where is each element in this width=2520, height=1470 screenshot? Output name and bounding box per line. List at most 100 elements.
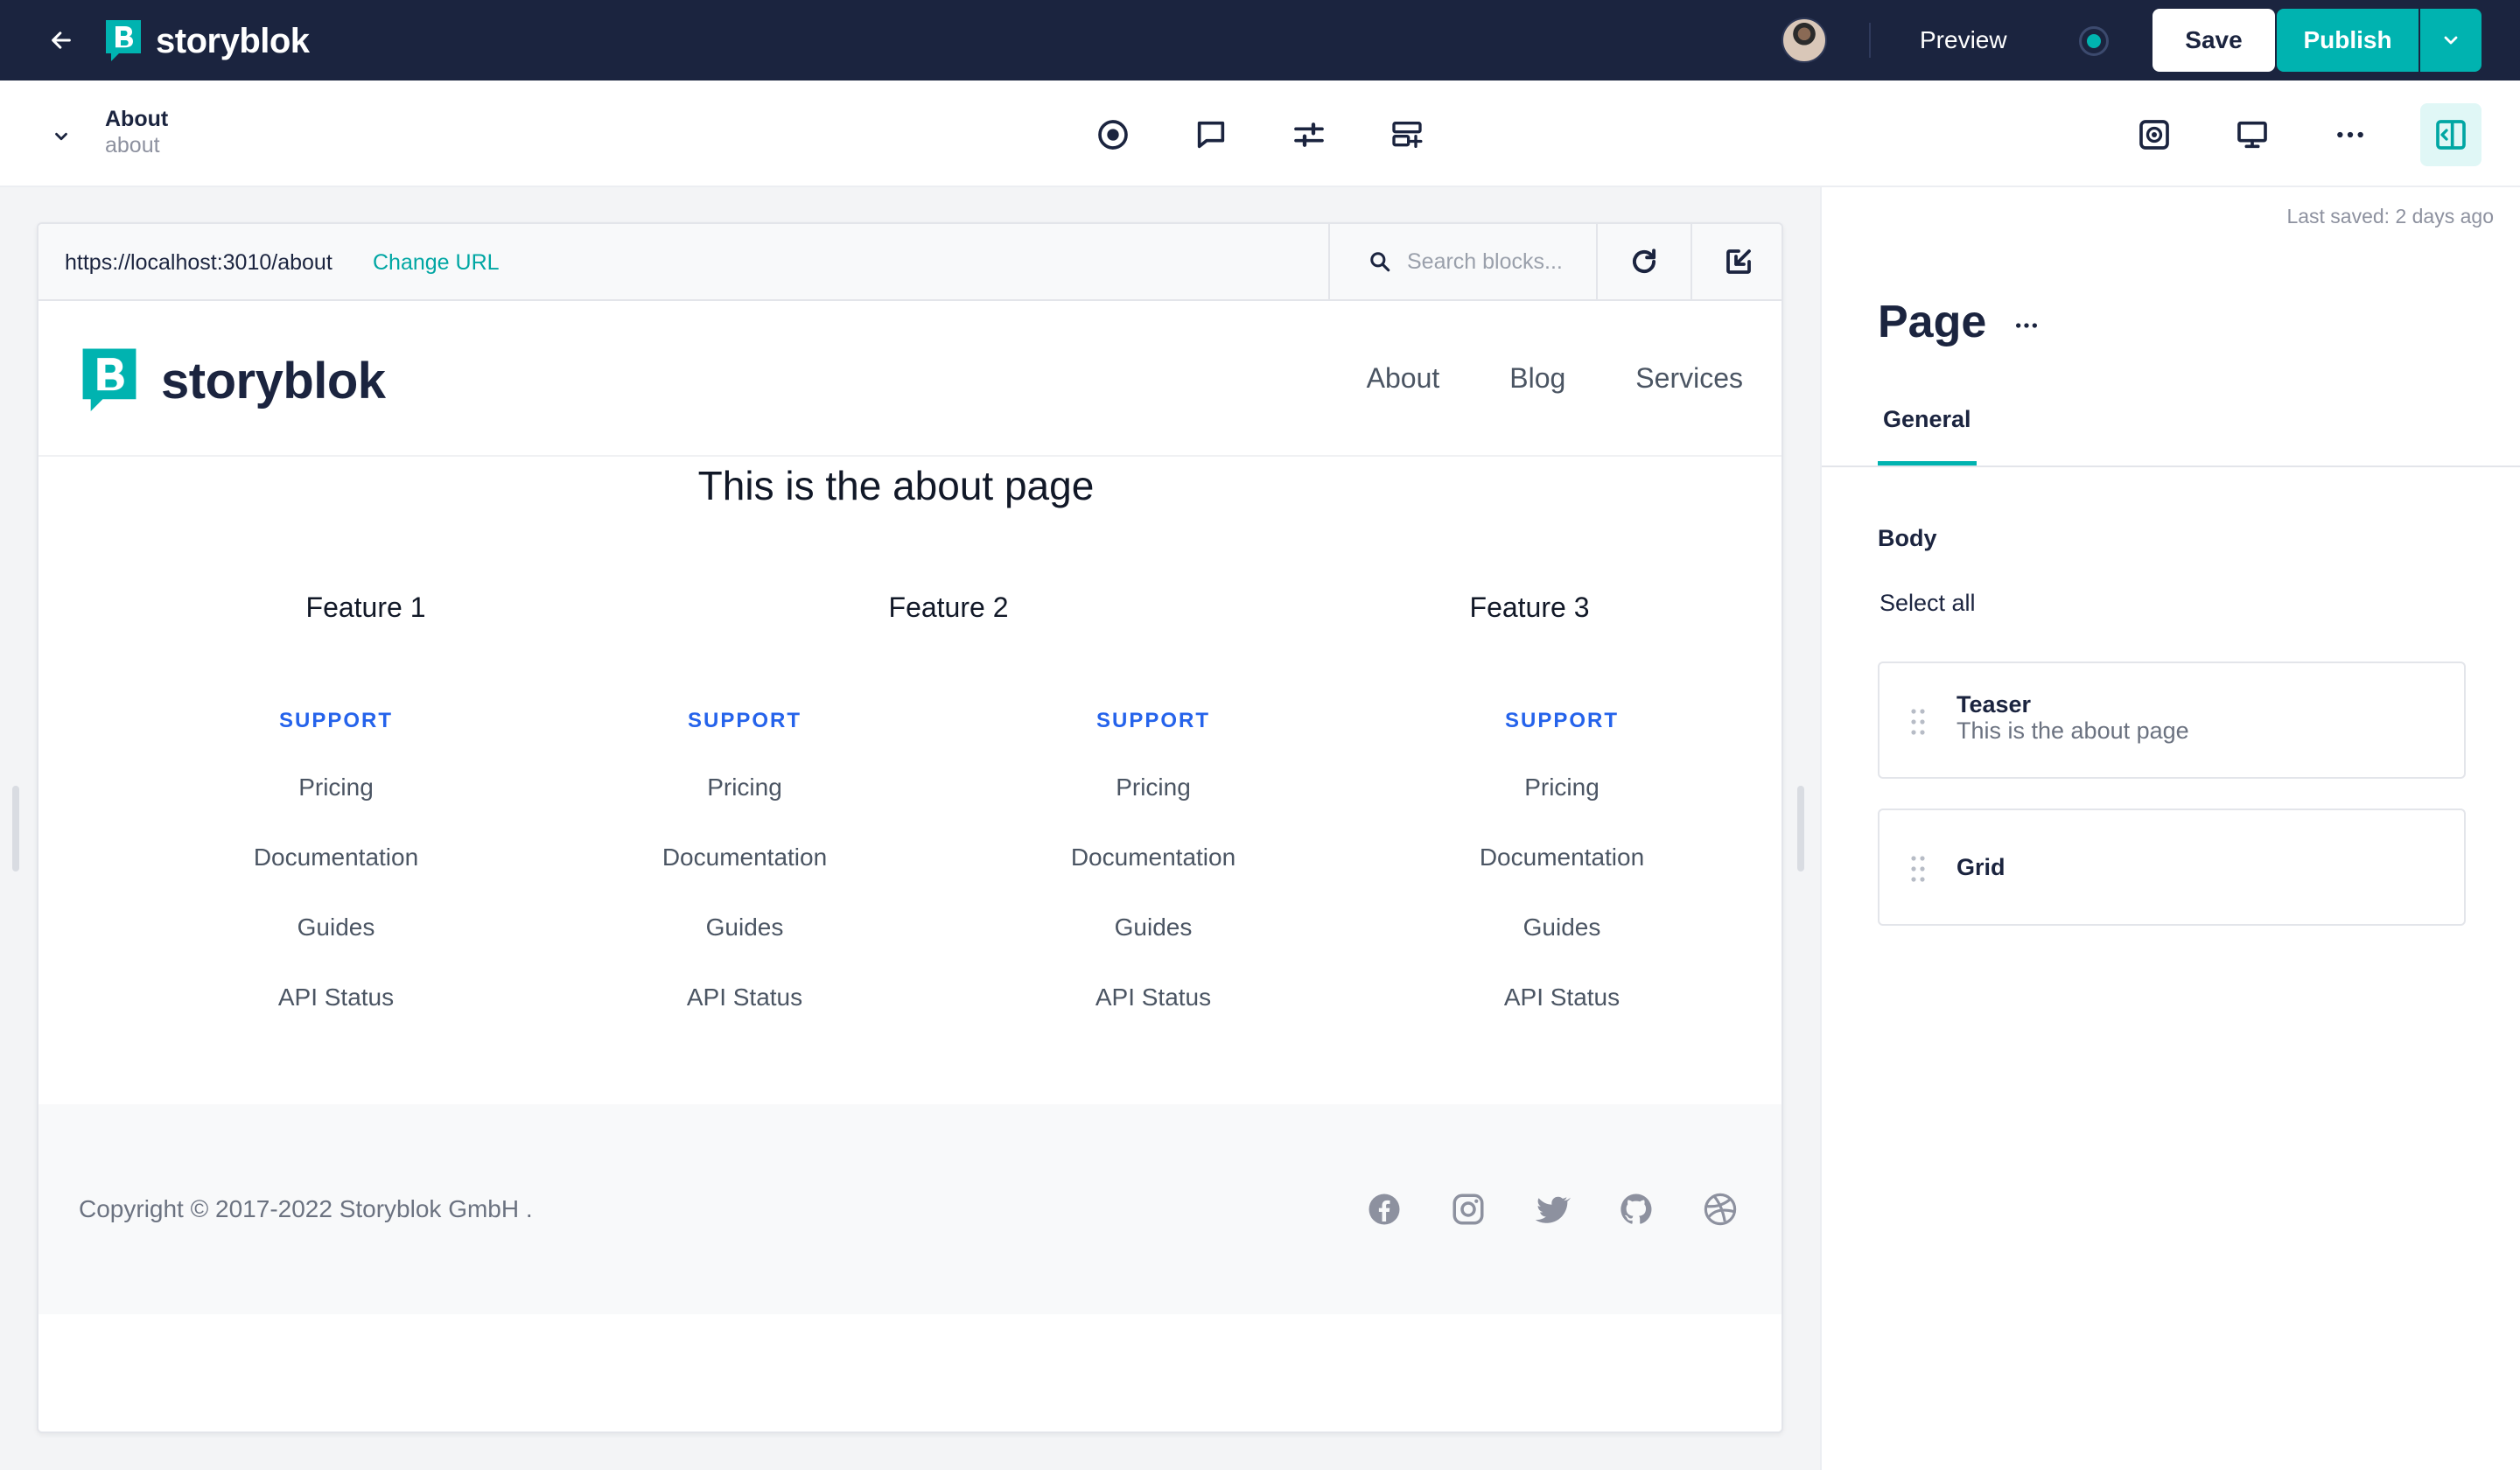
- block-name: Grid: [1956, 854, 2006, 880]
- column-link[interactable]: API Status: [970, 984, 1337, 1018]
- site-logo-text: storyblok: [161, 352, 386, 410]
- column-link[interactable]: API Status: [152, 984, 520, 1018]
- preview-button[interactable]: Preview: [1920, 26, 2007, 54]
- column-link[interactable]: Guides: [561, 914, 928, 948]
- target-icon: [1098, 120, 1128, 150]
- column-link[interactable]: Pricing: [152, 774, 520, 808]
- column-heading: SUPPORT: [687, 709, 802, 732]
- properties-panel: Last saved: 2 days ago Page General Body…: [1820, 187, 2520, 1470]
- more-options-button[interactable]: [2324, 108, 2376, 161]
- site-nav: About Blog Services: [1367, 362, 1743, 395]
- select-all-button[interactable]: Select all: [1880, 590, 1976, 617]
- block-item-grid[interactable]: Grid: [1878, 808, 2466, 926]
- target-button[interactable]: [1087, 108, 1139, 161]
- last-saved-text: Last saved: 2 days ago: [2286, 205, 2494, 228]
- top-bar: storyblok Preview Save Publish: [0, 0, 2520, 80]
- link-column: SUPPORT Pricing Documentation Guides API…: [970, 709, 1337, 1018]
- column-link[interactable]: Documentation: [561, 844, 928, 878]
- column-link[interactable]: Documentation: [1378, 844, 1746, 878]
- feature-title: Feature 3: [1469, 592, 1590, 623]
- block-item-teaser[interactable]: Teaser This is the about page: [1878, 662, 2466, 779]
- nav-link-about[interactable]: About: [1367, 362, 1440, 395]
- panel-toggle-button[interactable]: [2420, 103, 2482, 166]
- avatar[interactable]: [1782, 18, 1827, 63]
- status-dot-icon: [2087, 34, 2101, 48]
- hero-title: This is the about page: [697, 463, 1095, 508]
- column-link[interactable]: Documentation: [152, 844, 520, 878]
- open-external-button[interactable]: [1690, 224, 1782, 299]
- nav-link-blog[interactable]: Blog: [1509, 362, 1565, 395]
- divider: [1869, 23, 1871, 58]
- external-link-icon: [1726, 249, 1751, 274]
- panel-toggle-icon: [2436, 120, 2466, 150]
- twitter-icon: [1535, 1196, 1571, 1223]
- change-url-link[interactable]: Change URL: [373, 250, 500, 276]
- panel-more-button[interactable]: [2006, 304, 2048, 346]
- feature-title: Feature 2: [888, 592, 1009, 623]
- reload-button[interactable]: [1596, 224, 1690, 299]
- story-menu-toggle[interactable]: [44, 119, 79, 154]
- add-block-button[interactable]: [1381, 108, 1433, 161]
- link-column: SUPPORT Pricing Documentation Guides API…: [152, 709, 520, 1018]
- nav-link-services[interactable]: Services: [1635, 362, 1743, 395]
- facebook-link[interactable]: [1363, 1188, 1405, 1230]
- column-link[interactable]: API Status: [561, 984, 928, 1018]
- sliders-icon: [1294, 122, 1324, 147]
- status-indicator[interactable]: [2079, 26, 2109, 56]
- column-link[interactable]: Pricing: [1378, 774, 1746, 808]
- column-link[interactable]: Pricing: [970, 774, 1337, 808]
- column-link[interactable]: Guides: [152, 914, 520, 948]
- more-icon: [2337, 131, 2363, 138]
- tab-general[interactable]: General: [1878, 406, 1977, 466]
- comments-button[interactable]: [1185, 108, 1237, 161]
- site-header: storyblok About Blog Services: [38, 301, 1782, 457]
- preview-frame: https://localhost:3010/about Change URL …: [37, 222, 1783, 1433]
- publish-options-button[interactable]: [2420, 9, 2482, 72]
- storyblok-logo-icon: [106, 20, 141, 61]
- refresh-icon: [1633, 248, 1656, 274]
- column-heading: SUPPORT: [278, 709, 393, 732]
- column-link[interactable]: Guides: [970, 914, 1337, 948]
- block-description: This is the about page: [1956, 718, 2189, 744]
- panel-tabs: General: [1822, 397, 2520, 467]
- column-link[interactable]: Guides: [1378, 914, 1746, 948]
- publish-button[interactable]: Publish: [2277, 9, 2418, 72]
- body-field-label: Body: [1878, 525, 1937, 551]
- drag-handle-icon[interactable]: [1909, 707, 1927, 737]
- brand[interactable]: storyblok: [103, 18, 310, 65]
- site-logo[interactable]: storyblok: [79, 345, 386, 416]
- link-column: SUPPORT Pricing Documentation Guides API…: [561, 709, 928, 1018]
- twitter-link[interactable]: [1531, 1188, 1573, 1230]
- save-button[interactable]: Save: [2152, 9, 2275, 72]
- column-link[interactable]: Pricing: [561, 774, 928, 808]
- desktop-icon: [2237, 121, 2267, 149]
- device-button[interactable]: [2226, 108, 2278, 161]
- github-link[interactable]: [1615, 1188, 1657, 1230]
- screenshot-button[interactable]: [2128, 108, 2180, 161]
- search-blocks-input[interactable]: [1407, 248, 1582, 275]
- drag-handle-icon[interactable]: [1909, 854, 1927, 884]
- chevron-down-icon: [2444, 36, 2458, 45]
- chevron-down-icon: [55, 132, 67, 141]
- back-button[interactable]: [40, 19, 82, 61]
- column-link[interactable]: API Status: [1378, 984, 1746, 1018]
- column-link[interactable]: Documentation: [970, 844, 1337, 878]
- preview-url-bar: https://localhost:3010/about Change URL: [38, 224, 1782, 301]
- right-resize-handle[interactable]: [1797, 786, 1804, 872]
- add-block-icon: [1392, 122, 1423, 148]
- preview-url: https://localhost:3010/about: [65, 250, 332, 275]
- instagram-link[interactable]: [1447, 1188, 1489, 1230]
- left-resize-handle[interactable]: [12, 786, 19, 872]
- story-slug: about: [105, 133, 160, 158]
- storyblok-logo-icon: [82, 348, 136, 411]
- editor-toolbar: About about: [0, 80, 2520, 187]
- dribbble-link[interactable]: [1699, 1188, 1741, 1230]
- comment-icon: [1197, 121, 1225, 149]
- column-heading: SUPPORT: [1096, 709, 1210, 732]
- link-column: SUPPORT Pricing Documentation Guides API…: [1378, 709, 1746, 1018]
- settings-button[interactable]: [1283, 108, 1335, 161]
- arrow-left-icon: [52, 32, 71, 49]
- more-icon: [2016, 323, 2037, 328]
- search-blocks[interactable]: [1328, 224, 1596, 299]
- brand-name: storyblok: [156, 21, 310, 60]
